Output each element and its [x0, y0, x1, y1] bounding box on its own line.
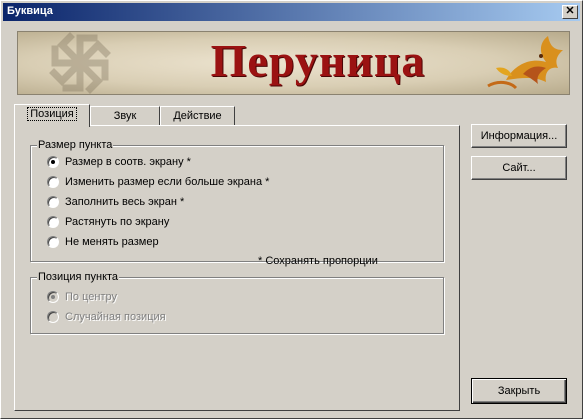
size-groupbox: Размер пункта Размер в соотв. экрану * И…: [30, 139, 444, 267]
info-button[interactable]: Информация...: [471, 124, 567, 148]
position-group-legend: Позиция пункта: [37, 271, 120, 283]
position-groupbox: Позиция пункта По центру Случайная позиц…: [30, 271, 444, 334]
radio-resize-if-larger-icon[interactable]: [47, 176, 59, 188]
radio-center[interactable]: По центру: [47, 290, 117, 304]
close-button[interactable]: Закрыть: [471, 378, 567, 404]
radio-center-label: По центру: [65, 291, 117, 303]
radio-fit-screen-icon[interactable]: [47, 156, 59, 168]
tab-position[interactable]: Позиция: [14, 104, 90, 127]
radio-resize-if-larger-label: Изменить размер если больше экрана *: [65, 176, 270, 188]
site-button[interactable]: Сайт...: [471, 156, 567, 180]
radio-resize-if-larger[interactable]: Изменить размер если больше экрана *: [47, 175, 269, 189]
radio-fill-screen-label: Заполнить весь экран *: [65, 196, 185, 208]
dialog-window: Буквица ✕ Перуница Позиция Звук Действие…: [0, 0, 583, 419]
radio-random-icon[interactable]: [47, 311, 59, 323]
size-group-legend: Размер пункта: [37, 139, 114, 151]
radio-random[interactable]: Случайная позиция: [47, 310, 166, 324]
firebird-icon: [487, 36, 563, 90]
close-icon[interactable]: ✕: [562, 5, 578, 19]
radio-fill-screen[interactable]: Заполнить весь экран *: [47, 195, 184, 209]
radio-fit-screen-label: Размер в соотв. экрану *: [65, 156, 191, 168]
radio-no-resize-icon[interactable]: [47, 236, 59, 248]
window-title: Буквица: [7, 5, 53, 17]
radio-fit-screen[interactable]: Размер в соотв. экрану *: [47, 155, 191, 169]
radio-fill-screen-icon[interactable]: [47, 196, 59, 208]
tab-position-label: Позиция: [27, 107, 77, 121]
tab-panel-position: Размер пункта Размер в соотв. экрану * И…: [14, 125, 460, 411]
radio-stretch[interactable]: Растянуть по экрану: [47, 215, 169, 229]
radio-random-label: Случайная позиция: [65, 311, 166, 323]
tab-action[interactable]: Действие: [160, 106, 235, 125]
banner: Перуница: [17, 31, 570, 95]
radio-stretch-icon[interactable]: [47, 216, 59, 228]
radio-center-icon[interactable]: [47, 291, 59, 303]
proportions-note: * Сохранять пропорции: [258, 255, 378, 267]
sun-symbol-icon: [49, 32, 111, 94]
radio-no-resize-label: Не менять размер: [65, 236, 159, 248]
banner-title: Перуница: [210, 35, 426, 86]
radio-stretch-label: Растянуть по экрану: [65, 216, 170, 228]
title-bar[interactable]: Буквица ✕: [3, 3, 580, 21]
radio-no-resize[interactable]: Не менять размер: [47, 235, 159, 249]
tab-sound[interactable]: Звук: [90, 106, 160, 125]
tab-sound-label: Звук: [113, 110, 137, 122]
tab-action-label: Действие: [173, 110, 222, 122]
